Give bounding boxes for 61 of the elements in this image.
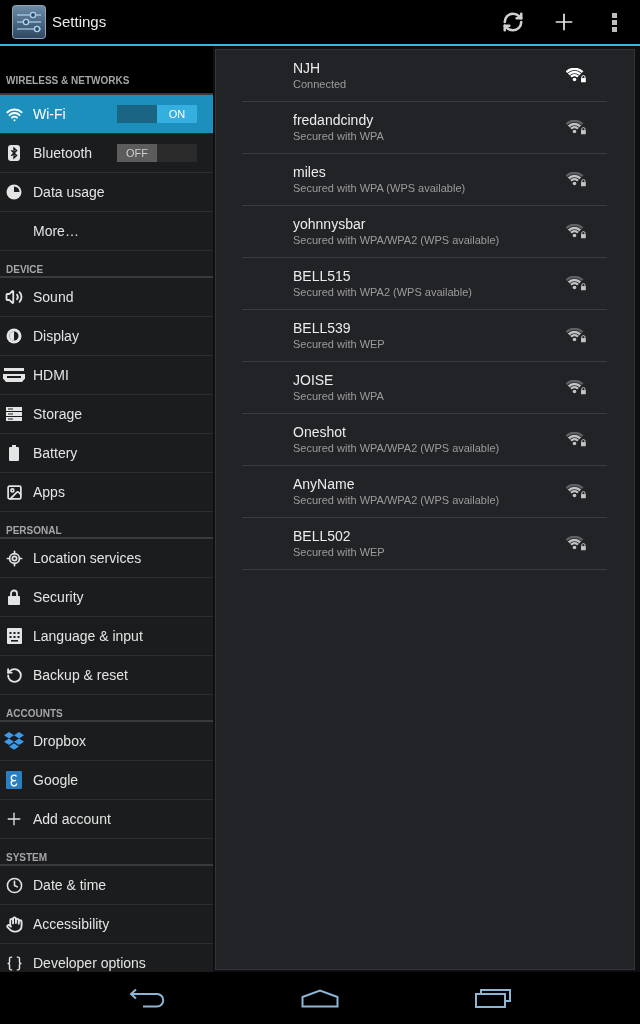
network-item[interactable]: BELL539 Secured with WEP <box>242 310 607 362</box>
connector-icon <box>3 367 25 383</box>
network-status: Secured with WPA/WPA2 (WPS available) <box>293 233 501 247</box>
section-header: ACCOUNTS <box>6 708 63 720</box>
recents-icon[interactable] <box>475 988 511 1008</box>
network-name: BELL502 <box>293 528 352 545</box>
diamonds-icon <box>4 732 24 750</box>
pie-chart-icon <box>6 184 22 200</box>
refresh-icon[interactable] <box>501 11 524 33</box>
network-status: Secured with WPA/WPA2 (WPS available) <box>293 493 501 507</box>
overflow-menu-icon[interactable] <box>612 12 617 32</box>
network-item[interactable]: yohnnysbar Secured with WPA/WPA2 (WPS available) <box>242 206 607 258</box>
network-status: Secured with WPA (WPS available) <box>293 181 467 195</box>
braces-icon <box>5 954 23 972</box>
network-status: Secured with WPA2 (WPS available) <box>293 285 473 299</box>
bluetooth-icon <box>8 145 20 161</box>
crosshair-icon <box>5 549 23 567</box>
network-status: Secured with WPA/WPA2 (WPS available) <box>293 441 501 455</box>
sidebar-item[interactable]: Wi-Fi ON <box>0 95 213 134</box>
battery-icon <box>9 445 19 461</box>
clock-icon <box>5 876 23 894</box>
hand-icon <box>5 915 23 933</box>
section-header: SYSTEM <box>6 852 48 864</box>
picture-icon <box>5 483 23 501</box>
brightness-icon <box>6 328 22 344</box>
network-item[interactable]: BELL502 Secured with WEP <box>242 518 607 570</box>
network-name: BELL539 <box>293 320 352 337</box>
lock-icon <box>8 589 20 605</box>
network-status: Secured with WEP <box>293 337 386 351</box>
network-status: Secured with WEP <box>293 545 386 559</box>
network-status: Secured with WPA <box>293 389 385 403</box>
network-status: Connected <box>293 77 348 91</box>
network-item[interactable]: BELL515 Secured with WPA2 (WPS available) <box>242 258 607 310</box>
network-name: miles <box>293 164 327 181</box>
network-item[interactable]: Oneshot Secured with WPA/WPA2 (WPS available) <box>242 414 607 466</box>
speaker-icon <box>5 288 23 306</box>
network-name: AnyName <box>293 476 356 493</box>
network-item[interactable]: NJH Connected <box>242 50 607 102</box>
sliders-icon[interactable] <box>12 5 46 39</box>
network-name: fredandcindy <box>293 112 375 129</box>
network-name: JOISE <box>293 372 335 389</box>
swirl-tile-icon <box>6 771 22 789</box>
window-title: Settings <box>52 13 107 31</box>
section-header: WIRELESS & NETWORKS <box>6 75 130 87</box>
network-name: yohnnysbar <box>293 216 367 233</box>
section-header: PERSONAL <box>6 525 62 537</box>
network-item[interactable]: AnyName Secured with WPA/WPA2 (WPS available) <box>242 466 607 518</box>
storage-icon <box>6 407 22 421</box>
network-name: NJH <box>293 60 322 77</box>
toggle-switch[interactable]: OFF <box>117 144 197 162</box>
keyboard-tile-icon <box>6 628 22 644</box>
back-icon[interactable] <box>129 988 165 1008</box>
home-icon[interactable] <box>301 988 339 1008</box>
network-item[interactable]: fredandcindy Secured with WPA <box>242 102 607 154</box>
network-name: BELL515 <box>293 268 352 285</box>
network-item[interactable]: miles Secured with WPA (WPS available) <box>242 154 607 206</box>
network-status: Secured with WPA <box>293 129 385 143</box>
section-header: DEVICE <box>6 264 44 276</box>
circular-arrow-icon <box>5 666 23 684</box>
network-item[interactable]: JOISE Secured with WPA <box>242 362 607 414</box>
network-name: Oneshot <box>293 424 347 441</box>
